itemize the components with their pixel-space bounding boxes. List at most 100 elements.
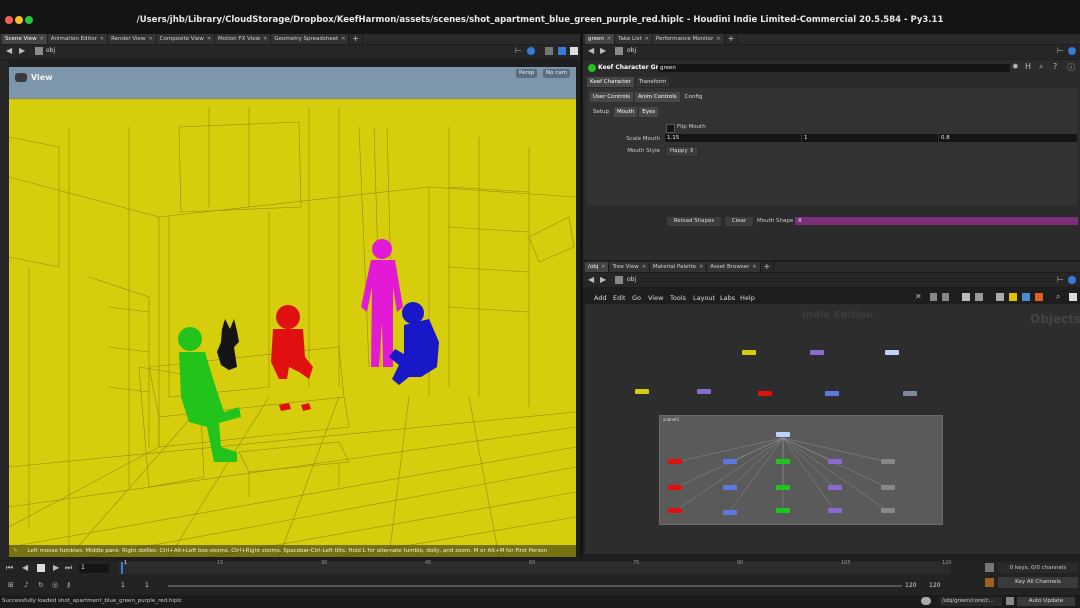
- tools-icon[interactable]: ✕: [915, 292, 922, 301]
- auto-update-menu[interactable]: Auto Update: [1017, 597, 1075, 606]
- tab-animation-editor[interactable]: Animation Editor ✕: [47, 34, 109, 44]
- current-frame-field[interactable]: 1: [79, 564, 109, 573]
- network-node[interactable]: [723, 485, 737, 490]
- color-palette-icon[interactable]: [1022, 293, 1030, 301]
- network-node[interactable]: [810, 350, 824, 355]
- reload-shapes-button[interactable]: Reload Shapes: [666, 216, 722, 227]
- network-box[interactable]: subnet1: [659, 415, 943, 525]
- network-node[interactable]: [776, 508, 790, 513]
- network-node[interactable]: [881, 485, 895, 490]
- blue-character[interactable]: [389, 302, 439, 385]
- tab-eyes[interactable]: Eyes: [639, 107, 659, 117]
- network-node[interactable]: [668, 508, 682, 513]
- link-icon[interactable]: [527, 47, 535, 55]
- pin-icon[interactable]: ⊢: [1057, 46, 1064, 55]
- link-icon[interactable]: [1068, 47, 1076, 55]
- list-view-icon[interactable]: [975, 293, 983, 301]
- network-node[interactable]: [828, 459, 842, 464]
- forward-arrow-icon[interactable]: ▶: [600, 275, 606, 284]
- help-icon[interactable]: ?: [1053, 62, 1057, 71]
- tab-motion-fx-view[interactable]: Motion FX View ✕: [215, 34, 272, 44]
- perspective-menu[interactable]: Persp: [516, 69, 538, 78]
- realtime-toggle-icon[interactable]: ⊞: [8, 581, 14, 589]
- tab-anim-controls[interactable]: Anim Controls: [635, 92, 680, 102]
- network-node[interactable]: [635, 389, 649, 394]
- scale-mouth-z-field[interactable]: 0.8: [939, 134, 1077, 142]
- scene-viewport[interactable]: View Persp No cam ✎ Left mouse tumbles. …: [9, 67, 576, 557]
- jump-end-icon[interactable]: ⏭: [65, 563, 72, 573]
- tab-geometry-spreadsheet[interactable]: Geometry Spreadsheet ✕: [271, 34, 350, 44]
- viewport-layout-icon[interactable]: [558, 47, 566, 55]
- display-options-icon[interactable]: [545, 47, 553, 55]
- network-node[interactable]: [668, 459, 682, 464]
- step-back-icon[interactable]: ◀: [22, 563, 28, 572]
- tab-render-view[interactable]: Render View ✕: [108, 34, 157, 44]
- range-end-field[interactable]: 120: [905, 582, 916, 589]
- gear-icon[interactable]: ✹: [1012, 62, 1019, 71]
- network-node[interactable]: [828, 508, 842, 513]
- red-character[interactable]: [271, 305, 313, 411]
- network-node[interactable]: [723, 510, 737, 515]
- help-node-icon[interactable]: H: [1025, 62, 1031, 71]
- network-box-icon[interactable]: [996, 293, 1004, 301]
- camera-menu[interactable]: No cam: [543, 69, 570, 78]
- tab-scene-view[interactable]: Scene View ✕: [2, 34, 48, 44]
- tab-green[interactable]: green ✕: [585, 34, 616, 44]
- align-icon[interactable]: [942, 293, 949, 301]
- start-frame-field[interactable]: 1: [121, 582, 125, 589]
- search-icon[interactable]: ⌕: [1039, 62, 1043, 72]
- tab-obj[interactable]: /obj ✕: [585, 262, 610, 272]
- node-name-field[interactable]: green: [658, 64, 1010, 72]
- network-node[interactable]: [828, 485, 842, 490]
- maximize-pane-icon[interactable]: [1069, 293, 1077, 301]
- tab-mouth[interactable]: Mouth: [614, 107, 638, 117]
- network-node[interactable]: [776, 432, 790, 437]
- tab-performance-monitor[interactable]: Performance Monitor ✕: [652, 34, 725, 44]
- add-tab-button-right[interactable]: +: [725, 34, 739, 44]
- stop-icon[interactable]: [37, 564, 45, 572]
- clear-button[interactable]: Clear: [724, 216, 754, 227]
- mouth-shape-field[interactable]: X: [795, 217, 1078, 225]
- layout-icon[interactable]: [930, 293, 937, 301]
- tab-setup[interactable]: Setup: [590, 107, 613, 117]
- network-node[interactable]: [742, 350, 756, 355]
- menu-view[interactable]: View: [648, 294, 663, 302]
- zoom-icon[interactable]: ⌕: [1056, 292, 1060, 302]
- flip-mouth-checkbox[interactable]: [666, 124, 675, 133]
- play-icon[interactable]: ▶: [53, 563, 59, 572]
- loop-icon[interactable]: ↻: [38, 581, 44, 589]
- mouth-style-menu[interactable]: Happy ⇕: [665, 146, 699, 157]
- shape-palette-icon[interactable]: [1035, 293, 1043, 301]
- info-circle-icon[interactable]: ⓘ: [1067, 62, 1075, 73]
- tab-user-controls[interactable]: User Controls: [590, 92, 634, 102]
- status-path-field[interactable]: /obj/green/core/c...: [940, 597, 1002, 606]
- menu-labs[interactable]: Labs: [720, 294, 735, 302]
- audio-icon[interactable]: ♪: [24, 581, 28, 589]
- menu-edit[interactable]: Edit: [613, 294, 626, 302]
- black-cat[interactable]: [217, 319, 239, 370]
- scale-mouth-x-field[interactable]: 1.15: [665, 134, 801, 142]
- camera-icon[interactable]: [15, 73, 27, 82]
- tab-transform[interactable]: Transform: [635, 77, 670, 87]
- range-start-field[interactable]: 1: [145, 582, 149, 589]
- end-frame-field[interactable]: 120: [929, 582, 940, 589]
- sticky-note-icon[interactable]: [1009, 293, 1017, 301]
- network-node[interactable]: [881, 508, 895, 513]
- network-node[interactable]: [903, 391, 917, 396]
- pin-icon[interactable]: ⊢: [1057, 275, 1064, 284]
- network-editor[interactable]: Indie Edition Objects subnet1: [585, 304, 1080, 554]
- menu-add[interactable]: Add: [594, 294, 607, 302]
- tab-config[interactable]: Config: [681, 92, 706, 102]
- network-node[interactable]: [881, 459, 895, 464]
- magenta-character[interactable]: [361, 239, 403, 367]
- tab-asset-browser[interactable]: Asset Browser ✕: [707, 262, 761, 272]
- sync-icon[interactable]: ◎: [52, 581, 58, 589]
- tab-take-list[interactable]: Take List ✕: [615, 34, 653, 44]
- left-path-label[interactable]: obj: [46, 47, 55, 54]
- forward-arrow-icon[interactable]: ▶: [19, 46, 25, 55]
- menu-help[interactable]: Help: [740, 294, 755, 302]
- tab-keef-character[interactable]: Keef Character: [587, 77, 634, 87]
- network-node[interactable]: [758, 391, 772, 396]
- jump-start-icon[interactable]: ⏮: [6, 563, 13, 573]
- menu-tools[interactable]: Tools: [670, 294, 686, 302]
